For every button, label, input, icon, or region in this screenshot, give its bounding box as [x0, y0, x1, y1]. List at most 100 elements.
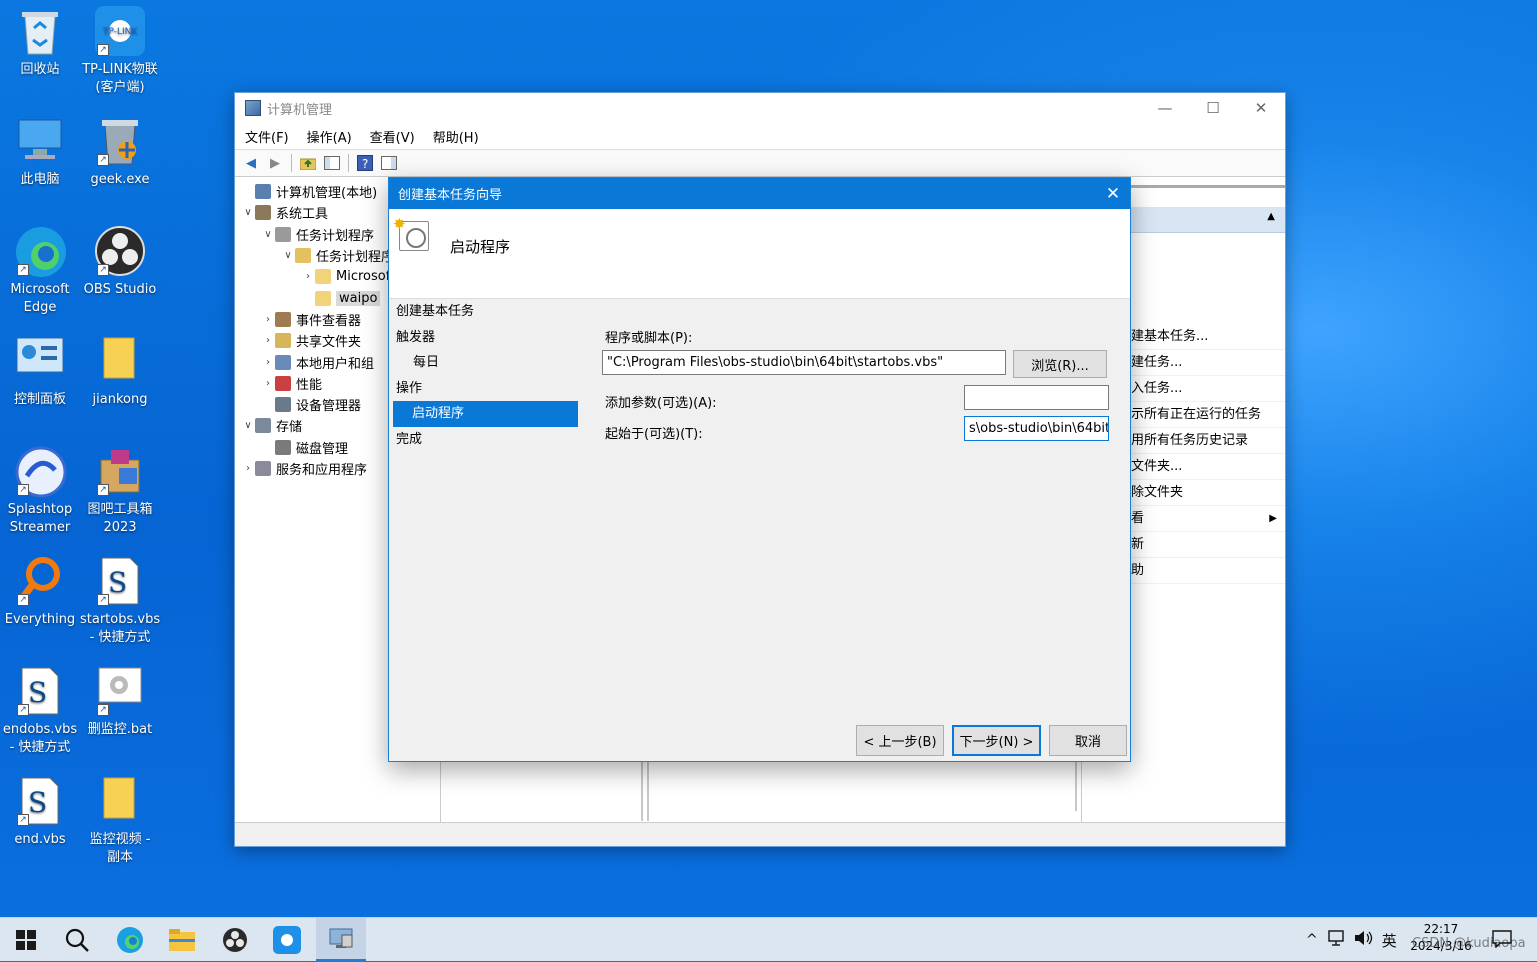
desktop-icon-label: - 快捷方式: [89, 630, 151, 645]
svg-text:S: S: [28, 786, 47, 819]
desktop-icon-tplink[interactable]: TP-LINK ↗ TP-LINK物联 (客户端): [80, 6, 160, 97]
tplink-taskbar-icon[interactable]: [271, 924, 303, 956]
menu-action[interactable]: 操作(A): [307, 127, 352, 146]
back-arrow-icon[interactable]: ◀: [241, 153, 261, 173]
desktop-icon-label: startobs.vbs: [80, 612, 161, 627]
desktop-icon-obs[interactable]: ↗ OBS Studio: [80, 226, 160, 299]
computer-management-taskbar-button[interactable]: [316, 918, 366, 962]
expand-icon[interactable]: ∨: [241, 420, 255, 431]
tree-item-label: 任务计划程序: [296, 228, 375, 244]
desktop-icon-shanjiankong[interactable]: ↗ 删监控.bat: [80, 666, 160, 739]
desktop-icon-label: 监控视频 -: [89, 832, 151, 847]
edge-icon[interactable]: [114, 924, 146, 956]
wizard-step: 每日: [413, 355, 440, 370]
expand-icon[interactable]: ›: [241, 463, 255, 474]
desktop-icon-endobs[interactable]: S ↗ endobs.vbs - 快捷方式: [0, 666, 80, 757]
status-bar: [235, 822, 1285, 846]
program-input[interactable]: "C:\Program Files\obs-studio\bin\64bit\s…: [602, 350, 1006, 375]
menu-file[interactable]: 文件(F): [245, 127, 289, 146]
toolbar-divider: [348, 154, 349, 172]
tree-node-icon: [315, 269, 331, 285]
system-tray: ^ 英: [1306, 918, 1397, 962]
minimize-button[interactable]: —: [1141, 93, 1189, 123]
expand-icon[interactable]: ›: [301, 271, 315, 282]
volume-icon[interactable]: [1354, 930, 1374, 950]
expand-icon[interactable]: ›: [261, 357, 275, 368]
toolbar-divider: [291, 154, 292, 172]
desktop-icon-thispc[interactable]: 此电脑: [0, 116, 80, 189]
desktop-icon-label: 2023: [103, 520, 137, 535]
obs-taskbar-icon[interactable]: [219, 924, 251, 956]
shortcut-arrow-icon: ↗: [17, 484, 29, 496]
show-hidden-icons-chevron[interactable]: ^: [1306, 932, 1318, 948]
wizard-step: 创建基本任务: [396, 304, 475, 319]
shanjiankong-icon: ↗: [95, 666, 145, 718]
desktop-icon-label: 回收站: [20, 62, 60, 77]
shortcut-arrow-icon: ↗: [17, 814, 29, 826]
window-titlebar[interactable]: 计算机管理 — ☐ ✕: [235, 93, 1285, 123]
wizard-step: 完成: [396, 431, 423, 447]
cancel-button[interactable]: 取消: [1049, 725, 1127, 756]
show-action-pane-icon[interactable]: [379, 153, 399, 173]
expand-icon[interactable]: ∨: [241, 207, 255, 218]
ime-indicator[interactable]: 英: [1382, 930, 1397, 951]
start-button[interactable]: [10, 924, 42, 956]
dialog-close-button[interactable]: ✕: [1096, 178, 1130, 209]
forward-arrow-icon[interactable]: ▶: [265, 153, 285, 173]
desktop-icon-label: Streamer: [9, 520, 71, 535]
show-hide-tree-icon[interactable]: [322, 153, 342, 173]
network-icon[interactable]: [1328, 930, 1346, 950]
shortcut-arrow-icon: ↗: [97, 44, 109, 56]
expand-icon[interactable]: ∨: [261, 229, 275, 240]
browse-button[interactable]: 浏览(R)...: [1013, 350, 1107, 378]
desktop-icon-label: endobs.vbs: [2, 722, 78, 737]
thispc-icon: [15, 116, 65, 168]
desktop-icon-tuba[interactable]: ↗ 图吧工具箱 2023: [80, 446, 160, 537]
shortcut-arrow-icon: ↗: [17, 594, 29, 606]
desktop-icon-jiankongvideo[interactable]: 监控视频 - 副本: [80, 776, 160, 867]
desktop-icon-recycle[interactable]: 回收站: [0, 6, 80, 79]
desktop-icon-label: jiankong: [92, 392, 148, 407]
action-item-label: 用所有任务历史记录: [1131, 433, 1249, 448]
start-in-input[interactable]: s\obs-studio\bin\64bit: [964, 416, 1109, 441]
file-explorer-icon[interactable]: [166, 924, 198, 956]
shortcut-arrow-icon: ↗: [17, 264, 29, 276]
desktop-icon-startobs[interactable]: S ↗ startobs.vbs - 快捷方式: [80, 556, 160, 647]
help-icon[interactable]: ?: [355, 153, 375, 173]
dialog-title: 创建基本任务向导: [398, 188, 503, 203]
desktop-icon-label: TP-LINK物联: [82, 62, 158, 77]
desktop-icon-splashtop[interactable]: ↗ Splashtop Streamer: [0, 446, 80, 537]
expand-icon[interactable]: ›: [261, 335, 275, 346]
desktop-icon-jiankong[interactable]: jiankong: [80, 336, 160, 409]
search-icon[interactable]: [61, 924, 93, 956]
expand-icon[interactable]: ›: [261, 378, 275, 389]
collapse-icon[interactable]: ▲: [1267, 211, 1275, 222]
wizard-step: 触发器: [396, 329, 436, 345]
menu-view[interactable]: 查看(V): [370, 127, 415, 146]
desktop-icon-label: Edge: [23, 300, 57, 315]
desktop-icon-control[interactable]: 控制面板: [0, 336, 80, 409]
desktop-icon-everything[interactable]: ↗ Everything: [0, 556, 80, 629]
notification-icon[interactable]: [1492, 930, 1512, 952]
desktop-icon-geek[interactable]: ↗ geek.exe: [80, 116, 160, 189]
dialog-titlebar[interactable]: 创建基本任务向导: [389, 178, 1130, 209]
back-button[interactable]: < 上一步(B): [856, 725, 944, 756]
up-folder-icon[interactable]: [298, 153, 318, 173]
svg-text:S: S: [28, 676, 47, 709]
close-button[interactable]: ✕: [1237, 93, 1285, 123]
desktop-icon-endvbs[interactable]: S ↗ end.vbs: [0, 776, 80, 849]
expand-icon[interactable]: ›: [261, 314, 275, 325]
toolbar: ◀ ▶ ?: [235, 149, 1285, 177]
tree-item-label: 设备管理器: [296, 399, 362, 415]
submenu-arrow-icon: ▶: [1269, 513, 1277, 524]
expand-icon[interactable]: ∨: [281, 250, 295, 261]
jiankong-icon: [95, 336, 145, 388]
maximize-button[interactable]: ☐: [1189, 93, 1237, 123]
menu-help[interactable]: 帮助(H): [433, 127, 479, 146]
dialog-heading: 启动程序: [450, 238, 511, 256]
endobs-icon: S ↗: [15, 666, 65, 718]
next-button[interactable]: 下一步(N) >: [952, 725, 1041, 756]
everything-icon: ↗: [15, 556, 65, 608]
desktop-icon-edge[interactable]: ↗ Microsoft Edge: [0, 226, 80, 317]
arguments-input[interactable]: [964, 385, 1109, 410]
